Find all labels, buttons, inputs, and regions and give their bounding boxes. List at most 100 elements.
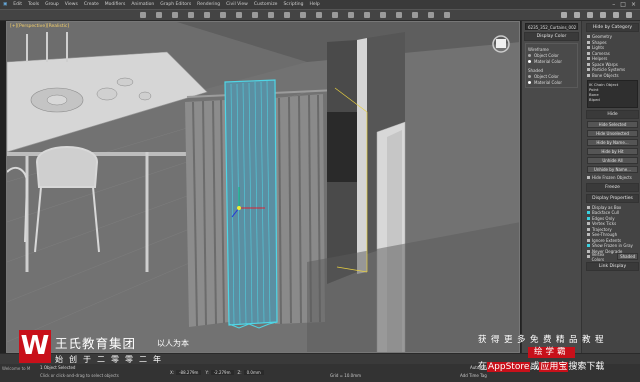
hide-by-hit-button[interactable]: Hide by Hit [587,148,638,155]
checkbox[interactable] [587,176,590,180]
maximize-icon[interactable]: □ [620,1,626,8]
select-region-icon[interactable] [220,12,226,18]
hide-unselected-button[interactable]: Hide Unselected [587,130,638,137]
checkbox[interactable] [587,216,590,220]
vertex-colors[interactable]: Vertex Colors Shaded [587,252,638,262]
mirror-icon[interactable] [316,12,322,18]
menu-scripting[interactable]: Scripting [280,2,306,7]
viewport-label[interactable]: [+][Perspective][Realistic] [10,24,69,29]
shaded-button[interactable]: Shaded [617,253,638,261]
minimize-icon[interactable]: – [612,1,615,8]
checkbox[interactable] [587,244,590,248]
unhide-by-name-button[interactable]: Unhide by Name... [587,166,638,173]
unhide-all-button[interactable]: Unhide All [587,157,638,164]
coordinate-display: X: -88.279m Y: -2.279m Z: 0.0mm [170,370,264,375]
menu-edit[interactable]: Edit [10,2,25,7]
checkbox[interactable] [587,62,590,66]
radio-object-color-wire[interactable] [528,53,531,57]
checkbox[interactable] [587,227,590,231]
checkbox[interactable] [587,222,590,226]
render-frame-icon[interactable] [428,12,434,18]
display-color-title[interactable]: Display Color [524,32,579,41]
radio-material-color-shaded[interactable] [528,80,531,84]
radio-object-color-shaded[interactable] [528,74,531,78]
snap-icon[interactable] [284,12,290,18]
z-coordinate[interactable]: Z: 0.0mm [238,370,264,375]
menu-group[interactable]: Group [42,2,62,7]
redo-icon[interactable] [156,12,162,18]
link-display-title[interactable]: Link Display [586,261,639,271]
hide-frozen-label: Hide Frozen Objects [592,175,632,181]
menu-tools[interactable]: Tools [25,2,42,7]
checkbox[interactable] [587,205,590,209]
checkbox[interactable] [587,40,590,44]
y-value[interactable]: -2.279m [210,370,234,375]
menu-views[interactable]: Views [62,2,81,7]
checkbox[interactable] [587,249,590,253]
link-icon[interactable] [172,12,178,18]
display-properties-list: Display as Box Backface Cull Edges Only … [587,205,638,262]
menu-animation[interactable]: Animation [128,2,157,7]
show-frozen-in-gray[interactable]: Show Frozen in Gray [587,243,638,249]
category-listbox[interactable]: IK Chain Object Point Bone Biped [587,80,638,108]
move-icon[interactable] [236,12,242,18]
list-item[interactable]: Biped [589,97,636,102]
menu-rendering[interactable]: Rendering [194,2,223,7]
layer-icon[interactable] [348,12,354,18]
checkbox[interactable] [587,233,590,237]
angle-snap-icon[interactable] [300,12,306,18]
checkbox[interactable] [587,255,590,259]
freeze-title[interactable]: Freeze [586,182,639,192]
close-icon[interactable]: × [631,1,636,8]
menu-civil-view[interactable]: Civil View [223,2,251,7]
x-coordinate[interactable]: X: -88.279m [170,370,202,375]
checkbox[interactable] [587,238,590,242]
menu-modifiers[interactable]: Modifiers [102,2,129,7]
checkbox[interactable] [587,35,590,39]
motion-tab-icon[interactable] [600,12,606,18]
maxscript-listener[interactable]: Welcome to M [2,366,30,371]
hide-by-name-button[interactable]: Hide by Name... [587,139,638,146]
utilities-tab-icon[interactable] [626,12,632,18]
hide-by-category-title[interactable]: Hide by Category [586,23,639,32]
menu-help[interactable]: Help [306,2,322,7]
hide-selected-button[interactable]: Hide Selected [587,121,638,128]
rotate-icon[interactable] [252,12,258,18]
modify-tab-icon[interactable] [574,12,580,18]
checkbox[interactable] [587,68,590,72]
curve-editor-icon[interactable] [364,12,370,18]
display-tab-icon[interactable] [613,12,619,18]
checkbox[interactable] [587,57,590,61]
render-setup-icon[interactable] [412,12,418,18]
create-tab-icon[interactable] [561,12,567,18]
unlink-icon[interactable] [188,12,194,18]
checkbox[interactable] [587,46,590,50]
hide-title[interactable]: Hide [586,110,639,119]
object-name-field[interactable]: 6235_352_Curtains_002 [525,23,578,30]
z-label: Z: [237,370,242,375]
x-value[interactable]: -88.279m [176,370,202,375]
category-bone-objects[interactable]: Bone Objects [587,73,638,79]
render-icon[interactable] [444,12,450,18]
menu-create[interactable]: Create [81,2,102,7]
select-icon[interactable] [204,12,210,18]
hierarchy-tab-icon[interactable] [587,12,593,18]
material-editor-icon[interactable] [396,12,402,18]
menu-graph-editors[interactable]: Graph Editors [157,2,194,7]
y-coordinate[interactable]: Y: -2.279m [205,370,234,375]
checkbox[interactable] [587,51,590,55]
checkbox[interactable] [587,211,590,215]
display-properties-title[interactable]: Display Properties [586,193,639,203]
undo-icon[interactable] [140,12,146,18]
app-icon[interactable]: ▣ [0,2,10,7]
z-value[interactable]: 0.0mm [243,370,264,375]
perspective-viewport[interactable]: [+][Perspective][Realistic] [6,21,520,353]
checkbox[interactable] [587,73,590,77]
schematic-icon[interactable] [380,12,386,18]
scale-icon[interactable] [268,12,274,18]
add-time-tag[interactable]: Add Time Tag [460,373,487,378]
menu-customize[interactable]: Customize [251,2,281,7]
align-icon[interactable] [332,12,338,18]
hide-frozen-objects[interactable]: Hide Frozen Objects [587,175,638,181]
radio-material-color-wire[interactable] [528,59,531,63]
